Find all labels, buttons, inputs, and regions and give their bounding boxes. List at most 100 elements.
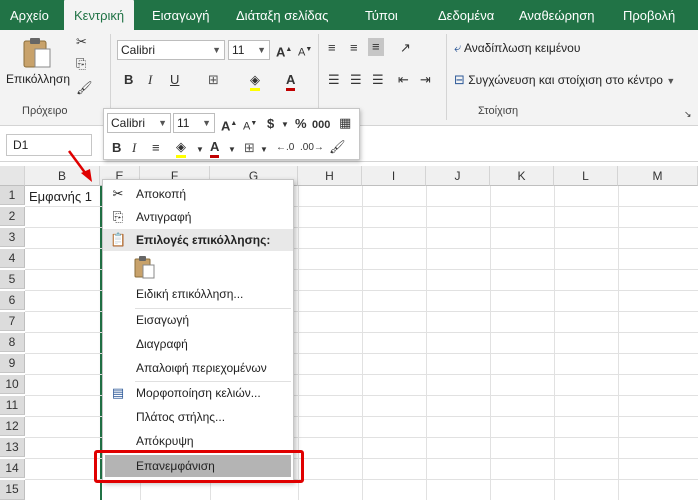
select-all-corner[interactable] (0, 166, 25, 186)
column-header-l[interactable]: L (554, 166, 618, 186)
menu-item-clear-contents[interactable]: Απαλοιφή περιεχομένων (103, 357, 293, 379)
column-header-k[interactable]: K (490, 166, 554, 186)
column-header-j[interactable]: J (426, 166, 490, 186)
chevron-down-icon[interactable]: ▼ (260, 142, 268, 158)
row-header[interactable]: 10 (0, 375, 25, 394)
chevron-down-icon[interactable]: ▼ (196, 142, 204, 158)
grow-font-icon[interactable]: A▲ (221, 116, 237, 134)
font-color-icon[interactable]: A (210, 139, 220, 158)
align-bottom-icon[interactable]: ≡ (368, 38, 384, 56)
row-header[interactable]: 6 (0, 291, 25, 310)
row-header[interactable]: 9 (0, 354, 25, 373)
italic-icon[interactable]: I (132, 140, 136, 156)
paste-option-button[interactable] (133, 255, 159, 279)
underline-icon[interactable]: U (170, 72, 179, 88)
tab-insert[interactable]: Εισαγωγή (152, 0, 209, 30)
row-header[interactable]: 2 (0, 207, 25, 226)
tab-file[interactable]: Αρχείο (10, 0, 49, 30)
chevron-down-icon[interactable]: ▼ (228, 142, 236, 158)
dialog-launcher-icon[interactable]: ↘ (684, 106, 692, 122)
cut-icon[interactable]: ✂ (76, 34, 87, 50)
row-header[interactable]: 13 (0, 438, 25, 457)
format-table-icon[interactable]: ▦ (339, 115, 351, 131)
row-header[interactable]: 7 (0, 312, 25, 331)
mini-font-size-dropdown[interactable]: 11 ▼ (173, 113, 215, 133)
font-color-icon[interactable]: A (286, 72, 296, 91)
menu-item-label: Απαλοιφή περιεχομένων (136, 361, 267, 375)
gridline (490, 186, 491, 500)
bold-icon[interactable]: B (124, 72, 133, 88)
menu-item-insert[interactable]: Εισαγωγή (103, 309, 293, 331)
menu-item-cut[interactable]: ✂ Αποκοπή (103, 183, 293, 205)
column-header-m[interactable]: M (618, 166, 698, 186)
column-header-h[interactable]: H (298, 166, 362, 186)
font-size-dropdown[interactable]: 11 ▼ (228, 40, 270, 60)
format-cells-icon: ▤ (111, 385, 125, 400)
tab-formulas[interactable]: Τύποι (365, 0, 398, 30)
increase-indent-icon[interactable]: ⇥ (420, 72, 431, 88)
row-header[interactable]: 14 (0, 459, 25, 478)
italic-icon[interactable]: I (148, 72, 152, 88)
menu-item-copy[interactable]: ⎘ Αντιγραφή (103, 206, 293, 228)
column-header-i[interactable]: I (362, 166, 426, 186)
wrap-text-button[interactable]: ⤶ Αναδίπλωση κειμένου (454, 40, 580, 58)
align-middle-icon[interactable]: ≡ (350, 40, 358, 56)
merge-center-button[interactable]: ⊟ Συγχώνευση και στοίχιση στο κέντρο ▼ (454, 72, 675, 90)
align-right-icon[interactable]: ☰ (372, 72, 384, 88)
bold-icon[interactable]: B (112, 140, 121, 156)
menu-item-paste-special[interactable]: Ειδική επικόλληση... (103, 283, 293, 305)
copy-icon: ⎘ (112, 209, 124, 224)
tab-page-layout[interactable]: Διάταξη σελίδας (236, 0, 328, 30)
align-top-icon[interactable]: ≡ (328, 40, 336, 56)
row-header[interactable]: 8 (0, 333, 25, 352)
menu-item-hide[interactable]: Απόκρυψη (103, 430, 293, 452)
fill-color-icon[interactable]: ◈ (176, 139, 186, 158)
row-header[interactable]: 5 (0, 270, 25, 289)
font-name-value: Calibri (121, 43, 156, 57)
row-header[interactable]: 4 (0, 249, 25, 268)
clipboard-group-label: Πρόχειρο (22, 105, 68, 117)
menu-item-column-width[interactable]: Πλάτος στήλης... (103, 406, 293, 428)
copy-icon[interactable]: ⎘ (76, 56, 86, 72)
shrink-font-icon[interactable]: A▼ (243, 116, 257, 135)
font-name-dropdown[interactable]: Calibri ▼ (117, 40, 225, 60)
format-painter-icon[interactable]: 🖌 (76, 80, 93, 96)
percent-icon[interactable]: % (295, 116, 307, 132)
chevron-down-icon[interactable]: ▼ (281, 117, 289, 133)
thousands-separator-icon[interactable]: 000 (312, 117, 330, 133)
decrease-indent-icon[interactable]: ⇤ (398, 72, 409, 88)
borders-icon[interactable]: ⊞ (208, 72, 219, 88)
row-header[interactable]: 12 (0, 417, 25, 436)
paste-button[interactable]: Επικόλληση (4, 34, 70, 90)
align-center-icon[interactable]: ☰ (350, 72, 362, 88)
decrease-decimal-icon[interactable]: .00→ (300, 140, 324, 156)
grow-font-icon[interactable]: A▲ (276, 42, 292, 60)
tab-review[interactable]: Αναθεώρηση (519, 0, 595, 30)
clipboard-icon: 📋 (110, 232, 127, 247)
row-header[interactable]: 11 (0, 396, 25, 415)
group-divider (446, 34, 447, 120)
tab-home[interactable]: Κεντρική (64, 0, 135, 31)
chevron-down-icon: ▼ (212, 45, 221, 55)
row-header[interactable]: 1 (0, 186, 25, 205)
menu-item-format-cells[interactable]: ▤ Μορφοποίηση κελιών... (103, 382, 293, 404)
mini-font-name-dropdown[interactable]: Calibri ▼ (107, 113, 171, 133)
paste-label: Επικόλληση (6, 72, 71, 86)
borders-icon[interactable]: ⊞ (244, 140, 255, 156)
row-header[interactable]: 15 (0, 480, 25, 500)
orientation-icon[interactable]: ↗ (400, 40, 411, 56)
currency-icon[interactable]: $ (267, 116, 274, 132)
fill-color-icon[interactable]: ◈ (250, 72, 260, 91)
shrink-font-icon[interactable]: A▼ (298, 42, 312, 61)
format-painter-icon[interactable]: 🖌 (329, 139, 346, 155)
chevron-down-icon: ▼ (257, 45, 266, 55)
increase-decimal-icon[interactable]: ←.0 (276, 140, 294, 156)
row-header[interactable]: 3 (0, 228, 25, 247)
align-left-icon[interactable]: ☰ (328, 72, 340, 88)
menu-item-delete[interactable]: Διαγραφή (103, 333, 293, 355)
tab-data[interactable]: Δεδομένα (438, 0, 494, 30)
tab-view[interactable]: Προβολή (623, 0, 675, 30)
align-center-icon[interactable]: ≡ (152, 140, 160, 156)
gridline (554, 186, 555, 500)
cell-b1[interactable]: Εμφανής 1 (29, 187, 92, 206)
